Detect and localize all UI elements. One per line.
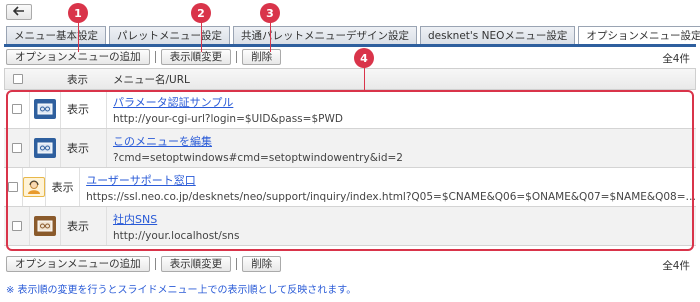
settings-tabs: メニュー基本設定 パレットメニュー設定 共通パレットメニューデザイン設定 des…: [6, 26, 700, 45]
tab-palette-menu[interactable]: パレットメニュー設定: [109, 26, 230, 45]
option-menu-table: 表示 メニュー名/URL 表示 パラメータ認証サンプル http://your-…: [4, 68, 696, 246]
row-display: 表示: [60, 207, 106, 245]
marker-leader-line: [201, 22, 202, 52]
menu-name-link[interactable]: パラメータ認証サンプル: [113, 94, 696, 110]
header-checkbox-cell: [5, 74, 31, 84]
reorder-note: ※ 表示順の変更を行うとスライドメニュー上での表示順として反映されます。: [6, 285, 357, 296]
back-button[interactable]: [6, 4, 32, 20]
row-name-cell: パラメータ認証サンプル http://your-cgi-url?login=$U…: [106, 90, 696, 128]
divider: [236, 258, 238, 270]
back-arrow-icon: [12, 5, 25, 19]
row-display: 表示: [44, 168, 80, 206]
reorder-button[interactable]: 表示順変更: [160, 256, 232, 272]
marker-leader-line: [364, 67, 365, 91]
row-icon-cell: [22, 168, 45, 206]
row-checkbox[interactable]: [11, 104, 22, 114]
table-row: 表示 パラメータ認証サンプル http://your-cgi-url?login…: [4, 90, 696, 129]
row-checkbox-cell: [4, 207, 30, 245]
menu-url: http://your-cgi-url?login=$UID&pass=$PWD: [113, 112, 343, 125]
bottom-toolbar: オプションメニューの追加 表示順変更 削除: [6, 256, 282, 272]
row-checkbox[interactable]: [11, 143, 22, 153]
delete-button[interactable]: 削除: [242, 256, 282, 272]
support-person-icon: [22, 177, 45, 197]
tab-menu-basic[interactable]: メニュー基本設定: [6, 26, 106, 45]
menu-name-link[interactable]: 社内SNS: [113, 211, 696, 227]
row-name-cell: このメニューを編集 ?cmd=setoptwindows#cmd=setoptw…: [106, 129, 696, 167]
table-row: 表示 このメニューを編集 ?cmd=setoptwindows#cmd=seto…: [4, 129, 696, 168]
menu-name-link[interactable]: このメニューを編集: [113, 133, 696, 149]
tab-underline: [4, 44, 696, 47]
divider: [154, 258, 156, 270]
table-header: 表示 メニュー名/URL: [4, 68, 696, 90]
tab-option-menu[interactable]: オプションメニュー設定: [578, 26, 700, 45]
row-checkbox-cell: [4, 90, 30, 128]
menu-url: https://ssl.neo.co.jp/desknets/neo/suppo…: [86, 190, 696, 203]
row-checkbox-cell: [4, 168, 23, 206]
row-icon-cell: [30, 207, 60, 245]
header-name-url: メニュー名/URL: [113, 73, 190, 86]
divider: [154, 51, 156, 63]
marker-leader-line: [78, 22, 79, 52]
app-root: { "tabs": [ {"label": "メニュー基本設定"}, {"lab…: [0, 0, 700, 302]
annotation-marker: 2: [191, 3, 211, 23]
table-row: 表示 社内SNS http://your.localhost/sns: [4, 207, 696, 246]
window-icon: [34, 216, 56, 236]
reorder-button[interactable]: 表示順変更: [160, 49, 232, 65]
item-count: 全4件: [662, 53, 690, 65]
row-display: 表示: [60, 129, 106, 167]
row-checkbox[interactable]: [11, 221, 22, 231]
divider: [236, 51, 238, 63]
row-name-cell: ユーザーサポート窓口 https://ssl.neo.co.jp/desknet…: [79, 168, 696, 206]
row-name-cell: 社内SNS http://your.localhost/sns: [106, 207, 696, 245]
item-count: 全4件: [662, 260, 690, 272]
tab-common-palette-design[interactable]: 共通パレットメニューデザイン設定: [233, 26, 417, 45]
top-toolbar: オプションメニューの追加 表示順変更 削除: [6, 49, 282, 65]
row-display: 表示: [60, 90, 106, 128]
select-all-checkbox[interactable]: [13, 74, 23, 84]
window-icon: [34, 99, 56, 119]
add-option-menu-button[interactable]: オプションメニューの追加: [6, 256, 150, 272]
annotation-marker: 1: [68, 3, 88, 23]
header-display: 表示: [67, 73, 88, 86]
row-checkbox[interactable]: [7, 182, 18, 192]
menu-url: http://your.localhost/sns: [113, 229, 240, 242]
row-checkbox-cell: [4, 129, 30, 167]
menu-url: ?cmd=setoptwindows#cmd=setoptwindowentry…: [113, 151, 403, 164]
annotation-marker: 4: [354, 48, 374, 68]
delete-button[interactable]: 削除: [242, 49, 282, 65]
row-icon-cell: [30, 90, 60, 128]
menu-name-link[interactable]: ユーザーサポート窓口: [86, 172, 696, 188]
annotation-marker: 3: [260, 3, 280, 23]
table-row: 表示 ユーザーサポート窓口 https://ssl.neo.co.jp/desk…: [4, 168, 696, 207]
window-icon: [34, 138, 56, 158]
marker-leader-line: [270, 22, 271, 52]
row-icon-cell: [30, 129, 60, 167]
tab-neo-menu[interactable]: desknet's NEOメニュー設定: [420, 26, 576, 45]
